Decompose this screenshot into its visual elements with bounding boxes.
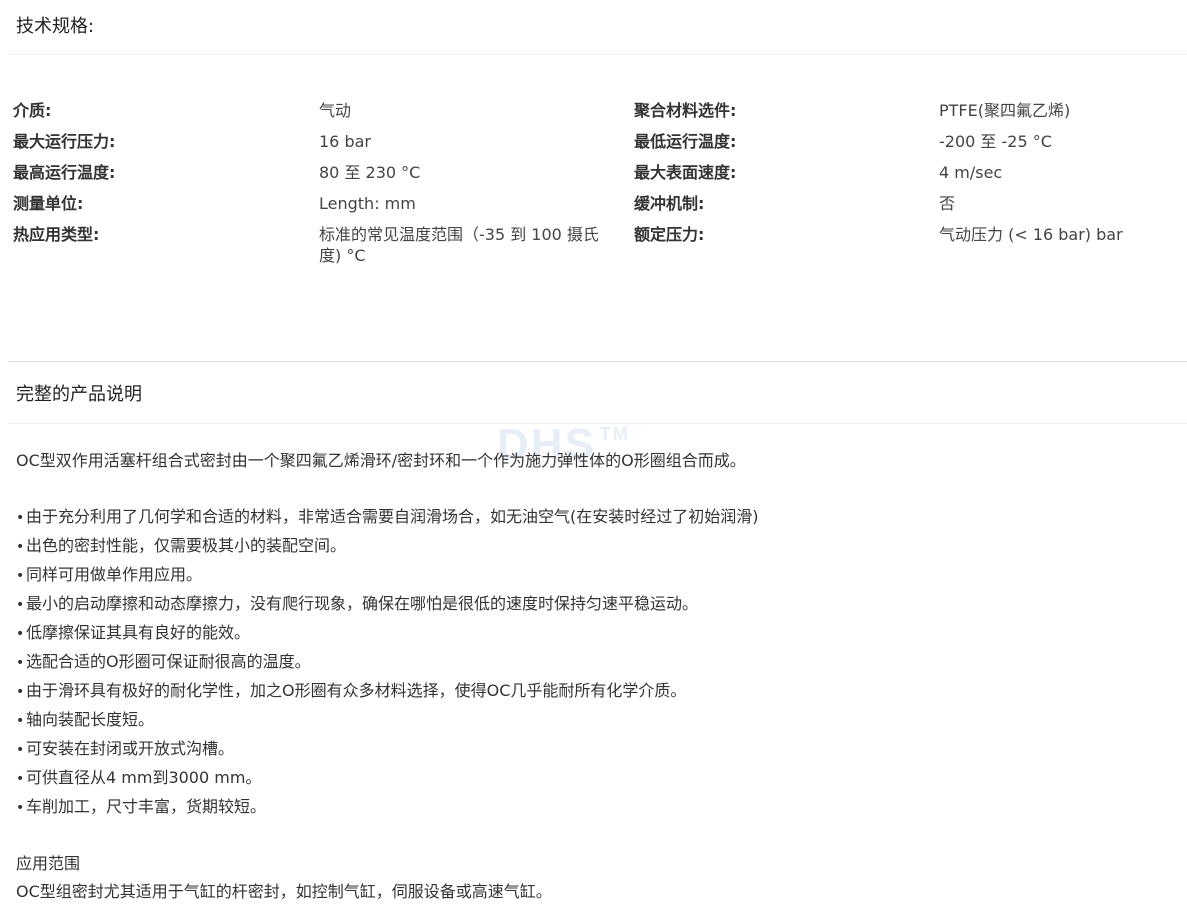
list-item: • 可安装在封闭或开放式沟槽。 — [16, 735, 1166, 764]
spec-label: 聚合材料选件: — [634, 101, 737, 120]
spec-row: 最大运行压力: 16 bar 最低运行温度: -200 至 -25 °C — [0, 131, 1187, 155]
list-item: • 由于充分利用了几何学和合适的材料，非常适合需要自润滑场合，如无油空气(在安装时… — [16, 503, 1166, 532]
spec-value: 标准的常见温度范围（-35 到 100 摄氏度) °C — [319, 225, 599, 265]
list-item-text: 轴向装配长度短。 — [26, 710, 155, 729]
spec-value: 气动压力 (< 16 bar) bar — [939, 225, 1123, 244]
spec-row: 最高运行温度: 80 至 230 °C 最大表面速度: 4 m/sec — [0, 162, 1187, 186]
spec-value: PTFE(聚四氟乙烯) — [939, 101, 1071, 120]
spec-row: 热应用类型: 标准的常见温度范围（-35 到 100 摄氏度) °C 额定压力:… — [0, 224, 1187, 272]
description-section-title: 完整的产品说明 — [16, 384, 142, 405]
list-item-text: 出色的密封性能，仅需要极其小的装配空间。 — [26, 536, 347, 555]
divider — [8, 361, 1187, 362]
list-item-text: 选配合适的O形圈可保证耐很高的温度。 — [26, 652, 311, 671]
spec-label: 最低运行温度: — [634, 132, 737, 151]
intro-paragraph: OC型双作用活塞杆组合式密封由一个聚四氟乙烯滑环/密封环和一个作为施力弹性体的O… — [16, 451, 746, 470]
spec-value: 气动 — [319, 101, 352, 120]
bullet-icon: • — [16, 539, 25, 555]
list-item-text: 车削加工，尺寸丰富，货期较短。 — [26, 797, 267, 816]
spec-row: 介质: 气动 聚合材料选件: PTFE(聚四氟乙烯) — [0, 100, 1187, 124]
list-item-text: 最小的启动摩擦和动态摩擦力，没有爬行现象，确保在哪怕是很低的速度时保持匀速平稳运… — [26, 594, 699, 613]
bullet-icon: • — [16, 684, 25, 700]
spec-label: 最高运行温度: — [13, 163, 116, 182]
specs-section-title: 技术规格: — [16, 16, 95, 37]
list-item: • 可供直径从4 mm到3000 mm。 — [16, 764, 1166, 793]
spec-value: 否 — [939, 194, 956, 213]
spec-label: 额定压力: — [634, 225, 705, 244]
list-item: • 轴向装配长度短。 — [16, 706, 1166, 735]
bullet-icon: • — [16, 510, 25, 526]
list-item-text: 可供直径从4 mm到3000 mm。 — [26, 768, 262, 787]
bullet-icon: • — [16, 800, 25, 816]
spec-value: -200 至 -25 °C — [939, 132, 1052, 151]
bullet-icon: • — [16, 713, 25, 729]
spec-label: 最大运行压力: — [13, 132, 116, 151]
bullet-icon: • — [16, 626, 25, 642]
divider — [8, 54, 1187, 55]
feature-list: • 由于充分利用了几何学和合适的材料，非常适合需要自润滑场合，如无油空气(在安装时… — [16, 503, 1166, 822]
application-heading: 应用范围 — [16, 854, 81, 873]
list-item-text: 由于滑环具有极好的耐化学性，加之O形圈有众多材料选择，使得OC几乎能耐所有化学介… — [26, 681, 687, 700]
list-item: • 同样可用做单作用应用。 — [16, 561, 1166, 590]
spec-label: 介质: — [13, 101, 52, 120]
list-item: • 低摩擦保证其具有良好的能效。 — [16, 619, 1166, 648]
list-item-text: 由于充分利用了几何学和合适的材料，非常适合需要自润滑场合，如无油空气(在安装时经… — [26, 507, 759, 526]
spec-value: 4 m/sec — [939, 163, 1003, 182]
spec-row: 测量单位: Length: mm 缓冲机制: 否 — [0, 193, 1187, 217]
product-description: OC型双作用活塞杆组合式密封由一个聚四氟乙烯滑环/密封环和一个作为施力弹性体的O… — [16, 447, 1166, 906]
list-item-text: 同样可用做单作用应用。 — [26, 565, 203, 584]
list-item: • 最小的启动摩擦和动态摩擦力，没有爬行现象，确保在哪怕是很低的速度时保持匀速平稳… — [16, 590, 1166, 619]
bullet-icon: • — [16, 597, 25, 613]
spec-label: 热应用类型: — [13, 225, 100, 244]
list-item: • 出色的密封性能，仅需要极其小的装配空间。 — [16, 532, 1166, 561]
spec-value: 16 bar — [319, 132, 371, 151]
spec-value: 80 至 230 °C — [319, 163, 421, 182]
bullet-icon: • — [16, 655, 25, 671]
bullet-icon: • — [16, 568, 25, 584]
list-item: • 选配合适的O形圈可保证耐很高的温度。 — [16, 648, 1166, 677]
list-item: • 车削加工，尺寸丰富，货期较短。 — [16, 793, 1166, 822]
spec-label: 缓冲机制: — [634, 194, 705, 213]
list-item-text: 可安装在封闭或开放式沟槽。 — [26, 739, 235, 758]
list-item-text: 低摩擦保证其具有良好的能效。 — [26, 623, 251, 642]
trademark-symbol: TM — [599, 424, 630, 444]
bullet-icon: • — [16, 771, 25, 787]
spec-label: 最大表面速度: — [634, 163, 737, 182]
spec-label: 测量单位: — [13, 194, 84, 213]
list-item: • 由于滑环具有极好的耐化学性，加之O形圈有众多材料选择，使得OC几乎能耐所有化学… — [16, 677, 1166, 706]
spec-value: Length: mm — [319, 194, 416, 213]
bullet-icon: • — [16, 742, 25, 758]
